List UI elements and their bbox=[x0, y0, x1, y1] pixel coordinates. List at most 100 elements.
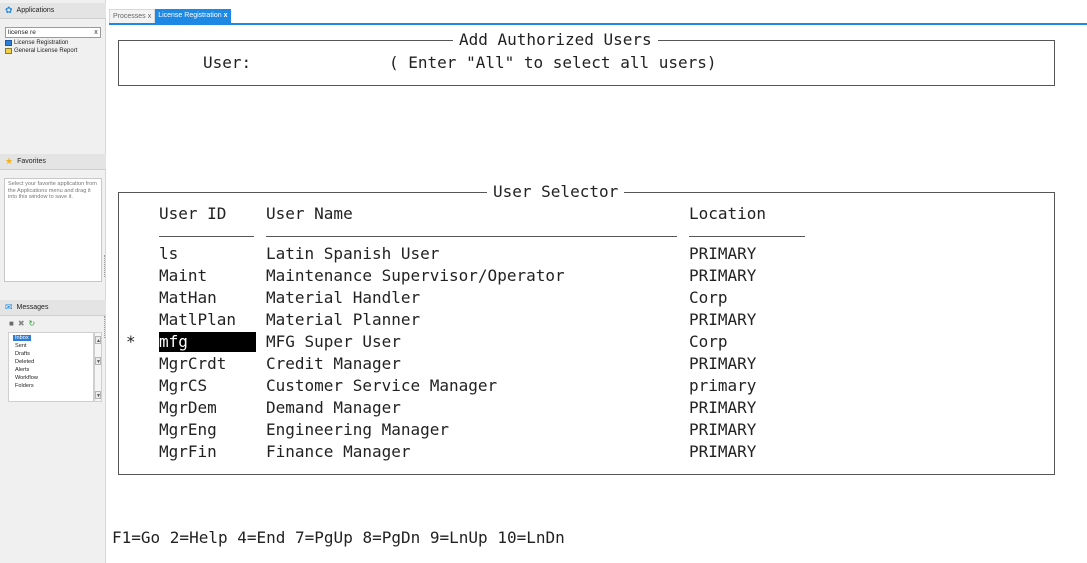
folder-item-deleted[interactable]: Deleted bbox=[15, 359, 34, 365]
user-row[interactable]: MgrCS Customer Service Manager primary bbox=[119, 376, 1054, 396]
sidebar: ✿ Applications license re x License Regi… bbox=[0, 0, 106, 563]
location-cell: Corp bbox=[689, 332, 728, 351]
messages-title: Messages bbox=[16, 304, 49, 311]
app-item-label: License Registration bbox=[14, 40, 69, 46]
user-name-cell: Finance Manager bbox=[266, 442, 411, 461]
user-name-cell: Demand Manager bbox=[266, 398, 401, 417]
function-key-legend: F1=Go 2=Help 4=End 7=PgUp 8=PgDn 9=LnUp … bbox=[112, 528, 565, 547]
location-cell: Corp bbox=[689, 288, 728, 307]
tab-label: Processes bbox=[113, 12, 146, 20]
splitter-handle[interactable] bbox=[104, 255, 106, 277]
user-row[interactable]: MgrCrdt Credit Manager PRIMARY bbox=[119, 354, 1054, 374]
location-cell: primary bbox=[689, 376, 757, 395]
favorites-drop-area[interactable]: Select your favorite application from th… bbox=[4, 178, 102, 282]
report-icon bbox=[5, 48, 12, 54]
user-field-label: User: bbox=[203, 53, 252, 72]
gear-icon: ✿ bbox=[5, 5, 13, 15]
user-id-cell: ls bbox=[159, 244, 179, 263]
favorites-panel-header[interactable]: ★ Favorites bbox=[0, 154, 106, 170]
user-id-cell: MgrCrdt bbox=[159, 354, 227, 373]
messages-toolbar: ■ ✖ ↻ bbox=[9, 319, 35, 328]
close-tab-icon[interactable]: x bbox=[148, 10, 152, 24]
user-name-cell: Maintenance Supervisor/Operator bbox=[266, 266, 565, 285]
scroll-down-icon[interactable]: ▼ bbox=[95, 391, 101, 399]
favorites-title: Favorites bbox=[17, 158, 46, 165]
user-id-cell: MgrEng bbox=[159, 420, 217, 439]
column-header-user-name: User Name bbox=[266, 204, 353, 223]
splitter-handle[interactable] bbox=[104, 316, 106, 338]
close-tab-icon[interactable]: x bbox=[224, 9, 228, 23]
user-field-hint: ( Enter "All" to select all users) bbox=[389, 53, 717, 72]
application-search-value: license re bbox=[8, 29, 36, 36]
folder-icon[interactable]: ■ bbox=[9, 319, 14, 328]
column-underline bbox=[266, 236, 677, 237]
column-header-user-id: User ID bbox=[159, 204, 227, 223]
folder-item-drafts[interactable]: Drafts bbox=[15, 351, 30, 357]
user-id-cell: MatHan bbox=[159, 288, 217, 307]
user-id-cell: MgrDem bbox=[159, 398, 217, 417]
folder-item-folders[interactable]: Folders bbox=[15, 383, 34, 389]
scroll-down-icon[interactable]: ▼ bbox=[95, 357, 101, 365]
folder-item-inbox[interactable]: Inbox bbox=[13, 335, 31, 341]
folder-item-sent[interactable]: Sent bbox=[15, 343, 27, 349]
location-cell: PRIMARY bbox=[689, 266, 757, 285]
location-cell: PRIMARY bbox=[689, 442, 757, 461]
message-folder-list: Inbox Sent Drafts Deleted Alerts Workflo… bbox=[8, 332, 94, 402]
user-id-cell: MgrFin bbox=[159, 442, 217, 461]
app-item-license-registration[interactable]: License Registration bbox=[5, 40, 68, 46]
selection-mark: * bbox=[126, 332, 136, 351]
user-row[interactable]: MatHan Material Handler Corp bbox=[119, 288, 1054, 308]
user-row[interactable]: * mfg MFG Super User Corp bbox=[119, 332, 1054, 352]
user-row[interactable]: MatlPlan Material Planner PRIMARY bbox=[119, 310, 1054, 330]
location-cell: PRIMARY bbox=[689, 420, 757, 439]
folder-item-alerts[interactable]: Alerts bbox=[15, 367, 29, 373]
app-item-general-license-report[interactable]: General License Report bbox=[5, 48, 77, 54]
section-title: User Selector bbox=[487, 183, 625, 201]
application-icon bbox=[5, 40, 12, 46]
user-name-cell: Engineering Manager bbox=[266, 420, 450, 439]
clear-search-icon[interactable]: x bbox=[92, 28, 100, 37]
user-row[interactable]: MgrDem Demand Manager PRIMARY bbox=[119, 398, 1054, 418]
user-row[interactable]: ls Latin Spanish User PRIMARY bbox=[119, 244, 1054, 264]
refresh-icon[interactable]: ↻ bbox=[29, 319, 36, 328]
scroll-up-icon[interactable]: ▲ bbox=[95, 336, 101, 344]
delete-icon[interactable]: ✖ bbox=[18, 319, 25, 328]
messages-panel-header[interactable]: ✉ Messages bbox=[0, 300, 106, 316]
location-cell: PRIMARY bbox=[689, 244, 757, 263]
star-icon: ★ bbox=[5, 156, 14, 166]
section-title: Add Authorized Users bbox=[453, 31, 658, 49]
applications-title: Applications bbox=[16, 7, 55, 14]
folder-item-workflow[interactable]: Workflow bbox=[15, 375, 38, 381]
location-cell: PRIMARY bbox=[689, 354, 757, 373]
location-cell: PRIMARY bbox=[689, 398, 757, 417]
add-authorized-users-section: Add Authorized Users User: ( Enter "All"… bbox=[118, 31, 1055, 86]
tab-processes[interactable]: Processes x bbox=[109, 9, 156, 24]
user-name-cell: Material Planner bbox=[266, 310, 421, 329]
user-selector-section: User Selector User ID User Name Location… bbox=[118, 183, 1055, 475]
column-underline bbox=[689, 236, 805, 237]
user-name-cell: Latin Spanish User bbox=[266, 244, 440, 263]
user-name-cell: MFG Super User bbox=[266, 332, 401, 351]
applications-panel-header[interactable]: ✿ Applications bbox=[0, 3, 106, 19]
user-row[interactable]: MgrEng Engineering Manager PRIMARY bbox=[119, 420, 1054, 440]
user-id-cell: MatlPlan bbox=[159, 310, 237, 329]
user-id-cell: MgrCS bbox=[159, 376, 208, 395]
column-underline bbox=[159, 236, 254, 237]
user-row[interactable]: Maint Maintenance Supervisor/Operator PRIM… bbox=[119, 266, 1054, 286]
favorites-help-text: Select your favorite application from th… bbox=[8, 181, 97, 201]
user-row[interactable]: MgrFin Finance Manager PRIMARY bbox=[119, 442, 1054, 462]
tab-license-registration[interactable]: License Registration x bbox=[155, 9, 231, 23]
location-cell: PRIMARY bbox=[689, 310, 757, 329]
user-id-cell: Maint bbox=[159, 266, 208, 285]
tab-label: License Registration bbox=[158, 12, 222, 19]
user-name-cell: Customer Service Manager bbox=[266, 376, 498, 395]
terminal-screen: Add Authorized Users User: ( Enter "All"… bbox=[108, 25, 1087, 563]
column-header-location: Location bbox=[689, 204, 767, 223]
message-list-scrollbar[interactable]: ▲ ▼ ▼ bbox=[94, 332, 102, 402]
app-item-label: General License Report bbox=[14, 48, 78, 54]
user-name-cell: Material Handler bbox=[266, 288, 421, 307]
envelope-icon: ✉ bbox=[5, 302, 13, 312]
user-id-cell: mfg bbox=[159, 332, 256, 352]
application-search-input[interactable]: license re x bbox=[5, 27, 101, 38]
tab-bar: Processes x License Registration x bbox=[109, 9, 231, 23]
